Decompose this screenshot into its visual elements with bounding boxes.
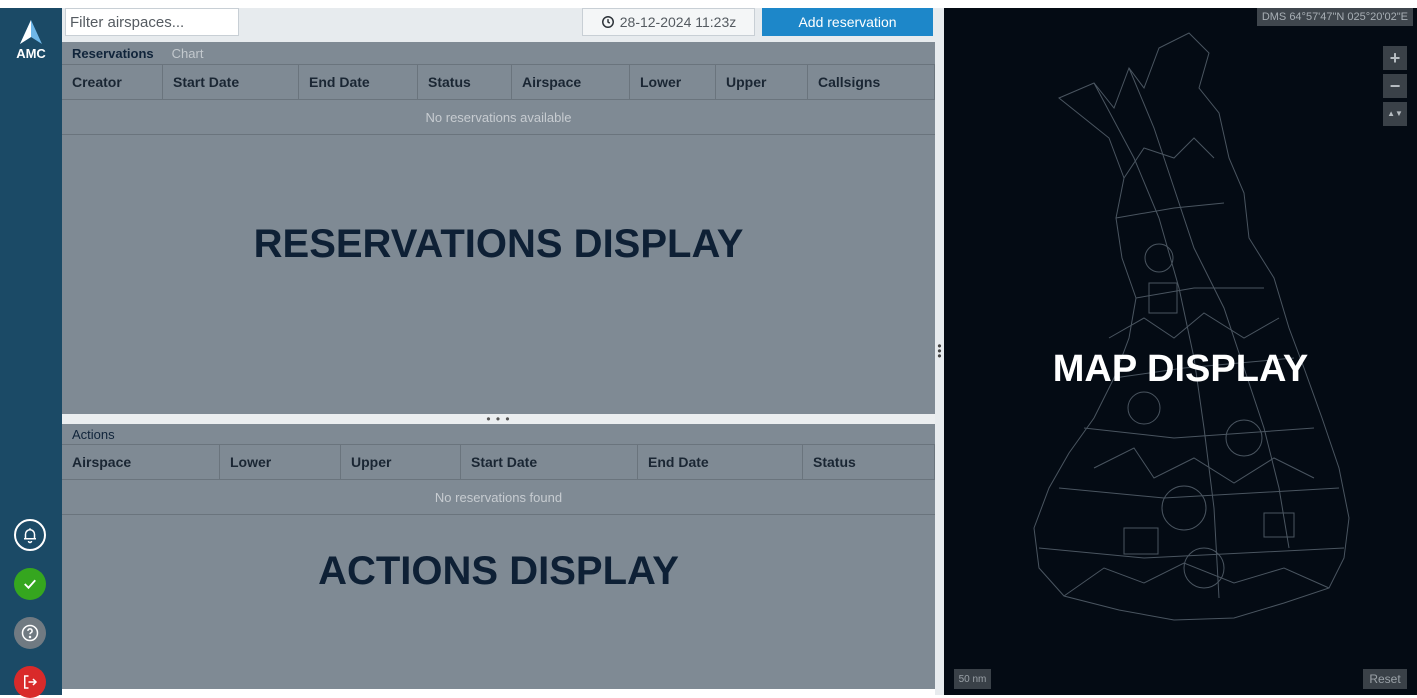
column-header-lower[interactable]: Lower (630, 65, 716, 99)
column-header-callsigns[interactable]: Callsigns (808, 65, 935, 99)
datetime-display: 28-12-2024 11:23z (582, 8, 755, 36)
column-header-end-date[interactable]: End Date (638, 445, 803, 479)
logout-button[interactable] (14, 666, 46, 698)
reservations-display-label: RESERVATIONS DISPLAY (253, 222, 744, 266)
clock-icon (601, 16, 614, 28)
reset-bearing-button[interactable]: ▲▼ (1383, 102, 1407, 126)
column-header-airspace[interactable]: Airspace (512, 65, 630, 99)
app-logo[interactable]: AMC (0, 20, 62, 61)
help-button[interactable] (14, 617, 46, 649)
column-header-status[interactable]: Status (418, 65, 512, 99)
column-header-lower[interactable]: Lower (220, 445, 341, 479)
actions-empty-message: No reservations found (62, 480, 935, 515)
panel-resize-handle[interactable]: • • • (62, 412, 935, 426)
map-display-label: MAP DISPLAY (1052, 348, 1309, 390)
notifications-button[interactable] (14, 519, 46, 551)
reservations-table-header: Creator Start Date End Date Status Airsp… (62, 64, 935, 100)
actions-title: Actions (72, 426, 115, 442)
column-header-creator[interactable]: Creator (62, 65, 163, 99)
column-header-end-date[interactable]: End Date (299, 65, 418, 99)
tab-reservations[interactable]: Reservations (72, 46, 154, 61)
logout-icon (24, 675, 38, 689)
filter-airspaces-input[interactable] (65, 8, 239, 36)
actions-panel: Actions Airspace Lower Upper Start Date … (62, 424, 935, 689)
plus-icon: + (1389, 47, 1401, 68)
reservations-panel: Reservations Chart Creator Start Date En… (62, 42, 935, 414)
bell-icon (24, 528, 36, 544)
add-reservation-button[interactable]: Add reservation (762, 8, 933, 36)
column-header-start-date[interactable]: Start Date (163, 65, 299, 99)
zoom-out-button[interactable]: − (1383, 74, 1407, 98)
reservations-empty-message: No reservations available (62, 100, 935, 135)
reset-map-button[interactable]: Reset (1363, 669, 1407, 689)
minus-icon: − (1389, 75, 1401, 96)
compass-icon: ▲▼ (1387, 109, 1403, 118)
map-view[interactable]: DMS 64°57'47"N 025°20'02"E + − ▲▼ MAP DI… (944, 8, 1417, 695)
column-header-start-date[interactable]: Start Date (461, 445, 638, 479)
arrow-logo-icon (20, 20, 42, 44)
column-header-airspace[interactable]: Airspace (62, 445, 220, 479)
sidebar: AMC (0, 8, 62, 698)
coordinates-readout: DMS 64°57'47"N 025°20'02"E (1256, 8, 1413, 26)
map-resize-handle[interactable]: • • • (935, 8, 944, 695)
logo-text: AMC (16, 46, 46, 61)
datetime-text: 28-12-2024 11:23z (619, 14, 737, 30)
reservations-tabs: Reservations Chart (62, 42, 935, 64)
column-header-status[interactable]: Status (803, 445, 935, 479)
column-header-upper[interactable]: Upper (341, 445, 461, 479)
vertical-drag-dots-icon: • • • (937, 339, 942, 363)
help-icon (21, 624, 39, 642)
actions-table-header: Airspace Lower Upper Start Date End Date… (62, 444, 935, 480)
scale-bar: 50 nm (954, 669, 991, 689)
status-ok-button[interactable] (14, 568, 46, 600)
column-header-upper[interactable]: Upper (716, 65, 808, 99)
actions-display-label: ACTIONS DISPLAY (318, 549, 679, 593)
zoom-in-button[interactable]: + (1383, 46, 1407, 70)
tab-chart[interactable]: Chart (172, 46, 204, 61)
checkmark-icon (24, 579, 36, 590)
